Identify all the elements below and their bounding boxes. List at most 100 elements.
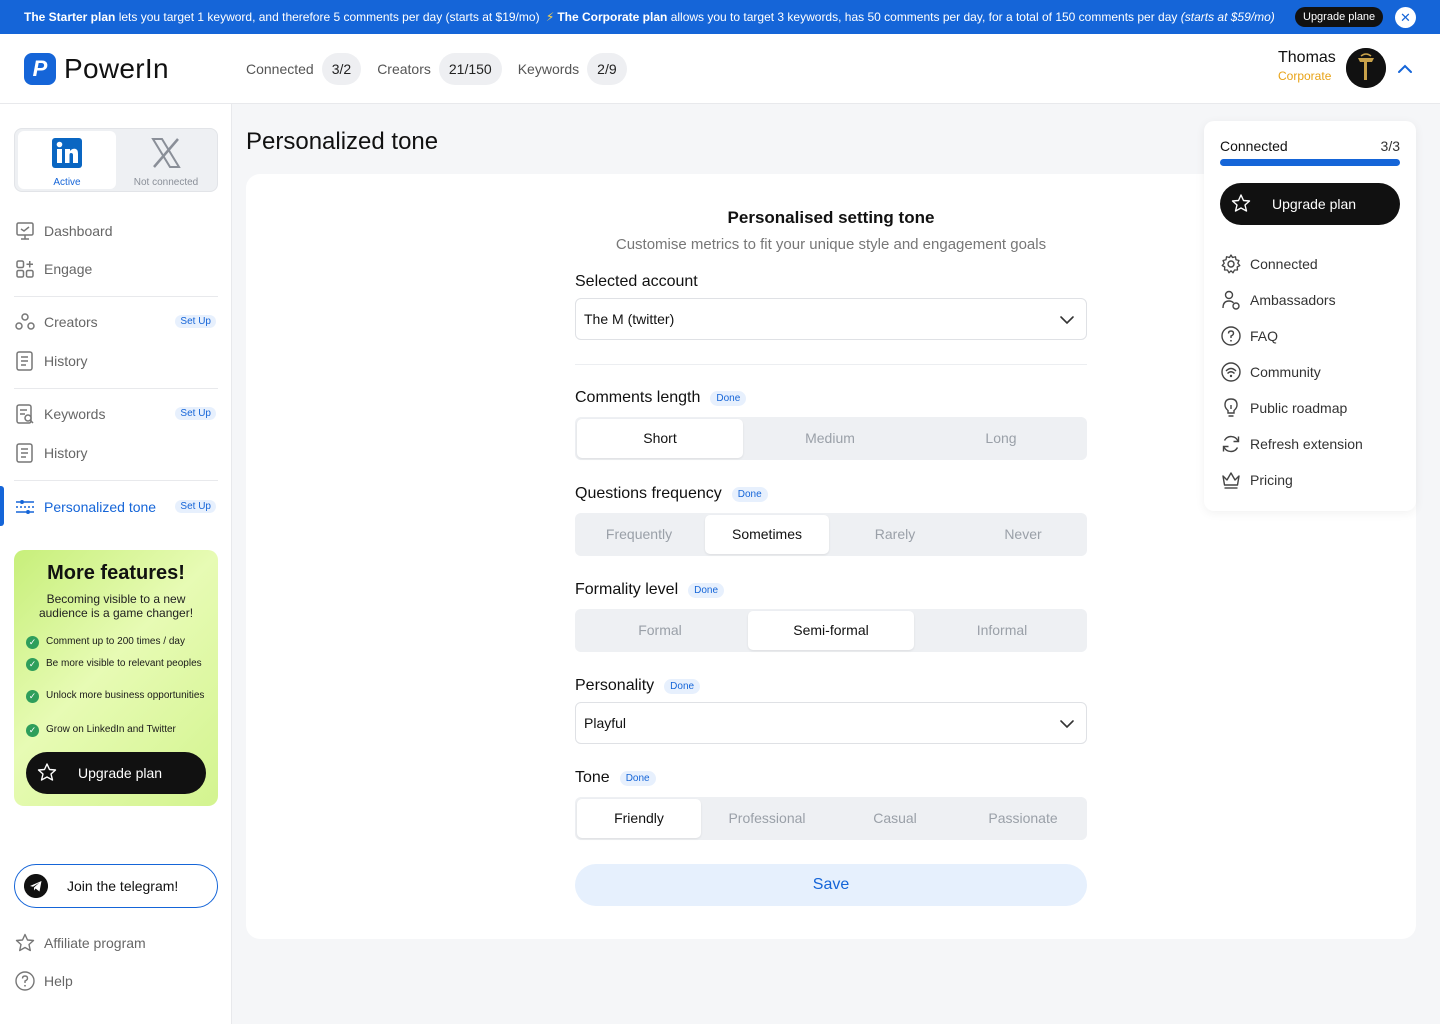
check-icon: ✓	[26, 724, 39, 737]
panel-item-ambassadors[interactable]: Ambassadors	[1220, 288, 1336, 312]
option-sometimes[interactable]: Sometimes	[705, 515, 829, 554]
selected-account-label: Selected account	[575, 273, 698, 291]
question-icon	[1221, 326, 1241, 346]
sidebar-item-creators[interactable]: Creators Set Up	[14, 308, 218, 336]
feature-text: Be more visible to relevant peoples	[46, 658, 202, 669]
panel-item-public-roadmap[interactable]: Public roadmap	[1220, 396, 1347, 420]
sidebar-item-dashboard[interactable]: Dashboard	[14, 217, 218, 245]
check-icon: ✓	[26, 636, 39, 649]
formality-level-segmented: Formal Semi-formal Informal	[575, 609, 1087, 652]
user-icon	[1222, 290, 1240, 310]
panel-item-label: Refresh extension	[1250, 436, 1363, 452]
option-long[interactable]: Long	[917, 419, 1085, 458]
personality-select[interactable]: Playful	[575, 702, 1087, 744]
active-indicator	[0, 486, 4, 526]
option-informal[interactable]: Informal	[919, 611, 1085, 650]
comments-length-label: Comments length Done	[575, 389, 747, 407]
panel-item-pricing[interactable]: Pricing	[1220, 468, 1293, 492]
star-badge-icon	[37, 763, 57, 781]
more-features-card: More features! Becoming visible to a new…	[14, 550, 218, 806]
logo-icon: P	[24, 53, 56, 85]
sidebar-item-affiliate[interactable]: Affiliate program	[14, 929, 218, 957]
panel-upgrade-button[interactable]: Upgrade plan	[1220, 183, 1400, 225]
panel-item-label: FAQ	[1250, 328, 1279, 344]
upgrade-label: Upgrade plan	[78, 765, 163, 781]
corporate-plan-name: The Corporate plan	[557, 10, 668, 24]
telegram-label: Join the telegram!	[67, 878, 179, 894]
telegram-icon	[24, 874, 48, 898]
sidebar-item-label: Keywords	[44, 406, 106, 422]
sidebar-item-label: Engage	[44, 261, 93, 277]
sliders-icon	[16, 500, 34, 514]
option-friendly[interactable]: Friendly	[577, 799, 701, 838]
sidebar-item-keywords[interactable]: Keywords Set Up	[14, 400, 218, 428]
join-telegram-button[interactable]: Join the telegram!	[14, 864, 218, 908]
x-status: Not connected	[133, 177, 199, 188]
check-icon: ✓	[26, 690, 39, 703]
questions-frequency-segmented: Frequently Sometimes Rarely Never	[575, 513, 1087, 556]
option-short[interactable]: Short	[577, 419, 743, 458]
feature-item: ✓ Unlock more business opportunities	[26, 690, 210, 703]
creators-icon	[15, 313, 35, 330]
network-x[interactable]: Not connected	[117, 131, 215, 189]
stat-creators-value: 21/150	[438, 53, 502, 85]
option-semi-formal[interactable]: Semi-formal	[748, 611, 914, 650]
connected-progress-bar	[1220, 159, 1400, 166]
features-upgrade-button[interactable]: Upgrade plan	[26, 752, 206, 794]
option-frequently[interactable]: Frequently	[577, 515, 701, 554]
sidebar-item-help[interactable]: Help	[14, 967, 218, 995]
chevron-down-icon	[1060, 316, 1074, 325]
panel-item-connected[interactable]: Connected	[1220, 252, 1318, 276]
history-icon	[16, 351, 33, 371]
done-badge: Done	[731, 486, 768, 502]
features-subtitle: Becoming visible to a new audience is a …	[38, 592, 194, 620]
chevron-up-icon[interactable]	[1396, 60, 1414, 78]
setup-badge: Set Up	[175, 500, 216, 513]
app-header: P PowerIn Connected 3/2 Creators 21/150 …	[0, 34, 1440, 104]
crown-icon	[1222, 472, 1240, 489]
field-label-text: Selected account	[575, 273, 698, 290]
panel-connected-label: Connected	[1220, 138, 1288, 154]
option-casual[interactable]: Casual	[833, 799, 957, 838]
panel-item-community[interactable]: Community	[1220, 360, 1321, 384]
panel-item-refresh-extension[interactable]: Refresh extension	[1220, 432, 1363, 456]
option-never[interactable]: Never	[961, 515, 1085, 554]
sidebar-divider	[14, 296, 218, 297]
panel-item-label: Connected	[1250, 256, 1318, 272]
feature-text: Grow on LinkedIn and Twitter	[46, 724, 176, 735]
star-icon	[15, 933, 35, 952]
linkedin-status: Active	[53, 177, 81, 188]
user-info[interactable]: Thomas Corporate	[1278, 49, 1336, 83]
avatar[interactable]	[1346, 48, 1386, 88]
field-label-text: Formality level	[575, 581, 679, 598]
brand-logo[interactable]: P PowerIn	[24, 53, 169, 85]
option-professional[interactable]: Professional	[705, 799, 829, 838]
close-icon[interactable]: ✕	[1395, 7, 1416, 28]
sidebar-item-history-creators[interactable]: History	[14, 347, 218, 375]
option-formal[interactable]: Formal	[577, 611, 743, 650]
save-button[interactable]: Save	[575, 864, 1087, 906]
sidebar-item-engage[interactable]: Engage	[14, 255, 218, 283]
user-plan: Corporate	[1278, 69, 1332, 83]
option-passionate[interactable]: Passionate	[961, 799, 1085, 838]
field-label-text: Personality	[575, 677, 655, 694]
stat-keywords-value: 2/9	[587, 53, 627, 85]
sidebar-item-personalized-tone[interactable]: Personalized tone Set Up	[14, 493, 218, 521]
panel-item-label: Public roadmap	[1250, 400, 1348, 416]
selected-account-select[interactable]: The M (twitter)	[575, 298, 1087, 340]
network-linkedin[interactable]: Active	[18, 131, 116, 189]
panel-item-label: Ambassadors	[1250, 292, 1336, 308]
option-medium[interactable]: Medium	[745, 419, 915, 458]
sidebar-item-label: History	[44, 353, 88, 369]
page-title: Personalized tone	[246, 128, 439, 155]
check-icon: ✓	[26, 658, 39, 671]
promo-upgrade-button[interactable]: Upgrade plane	[1295, 7, 1384, 27]
tone-segmented: Friendly Professional Casual Passionate	[575, 797, 1087, 840]
feature-item: ✓ Grow on LinkedIn and Twitter	[26, 724, 210, 737]
dashboard-icon	[16, 222, 34, 240]
starter-plan-name: The Starter plan	[24, 10, 116, 24]
sidebar-item-history-keywords[interactable]: History	[14, 439, 218, 467]
option-rarely[interactable]: Rarely	[833, 515, 957, 554]
bolt-icon: ⚡	[545, 10, 555, 24]
panel-item-faq[interactable]: FAQ	[1220, 324, 1278, 348]
